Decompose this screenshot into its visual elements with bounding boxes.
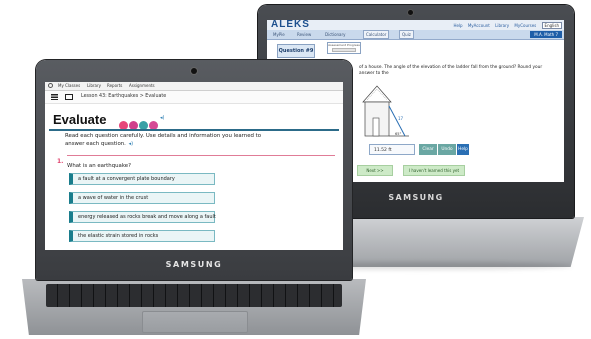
house-ladder-diagram: 17 65° (362, 85, 409, 137)
aleks-top-links: Help MyAccount Library MyCourses English (449, 22, 562, 29)
next-button[interactable]: Next >> (357, 165, 393, 176)
angle-label: 65° (395, 132, 401, 136)
keyboard (46, 284, 342, 307)
aleks-toolbar: MyPie Review Dictionary Calculator Quiz … (267, 30, 564, 40)
quiz-button[interactable]: Quiz (399, 30, 414, 39)
calculator-button[interactable]: Calculator (363, 30, 390, 39)
page-title: Evaluate (53, 112, 107, 127)
question-number: 1. (57, 158, 64, 165)
menu-reports[interactable]: Reports (107, 83, 122, 89)
menu-library[interactable]: Library (87, 83, 101, 89)
brand-label: SAMSUNG (165, 260, 223, 269)
not-learned-button[interactable]: I haven't learned this yet (403, 165, 465, 176)
answer-choice[interactable]: the elastic strain stored in rocks (69, 230, 215, 242)
tab-mypie[interactable]: MyPie (271, 31, 287, 38)
aleks-header: ALEKS Help MyAccount Library MyCourses E… (267, 20, 564, 30)
speaker-icon[interactable]: ◂) (160, 115, 164, 121)
question-text: What is an earthquake? (67, 163, 131, 169)
breadcrumb[interactable]: Lesson 43: Earthquakes > Evaluate (81, 93, 166, 101)
question-divider (67, 155, 335, 156)
lesson-nav-bar: Lesson 43: Earthquakes > Evaluate (45, 91, 343, 104)
ladder-length-label: 17 (398, 116, 404, 121)
question-text: of a house. The angle of the elevation o… (359, 65, 543, 76)
instructions: Read each question carefully. Use detail… (65, 133, 275, 148)
progress-bar (332, 48, 356, 52)
answer-choice[interactable]: a wave of water in the crust (69, 192, 215, 204)
my-account-link[interactable]: MyAccount (468, 23, 490, 28)
library-link[interactable]: Library (495, 23, 509, 28)
menu-icon[interactable] (51, 94, 58, 100)
my-courses-link[interactable]: MyCourses (514, 23, 536, 28)
progress-label: Assessment Progress (328, 43, 360, 47)
webcam-icon (191, 68, 197, 74)
language-select[interactable]: English (541, 22, 562, 29)
assessment-progress: Assessment Progress (327, 42, 361, 54)
answer-input[interactable]: 11.52 ft (369, 144, 415, 155)
answer-choice[interactable]: a fault at a convergent plate boundary (69, 173, 215, 185)
webcam-icon (408, 10, 413, 15)
home-icon[interactable] (48, 83, 53, 88)
lesson-screen: My Classes Library Reports Assignments L… (45, 82, 343, 250)
answer-choice[interactable]: energy released as rocks break and move … (69, 211, 216, 223)
progress-dots: ◂) (119, 115, 164, 130)
tab-review[interactable]: Review (295, 31, 313, 38)
aleks-logo: ALEKS (271, 20, 310, 30)
clear-button[interactable]: Clear (419, 144, 437, 155)
title-divider (49, 129, 339, 131)
book-icon[interactable] (65, 94, 73, 100)
front-laptop-lid: My Classes Library Reports Assignments L… (36, 60, 352, 280)
help-link[interactable]: Help (453, 23, 462, 28)
menu-my-classes[interactable]: My Classes (58, 83, 80, 89)
trackpad (142, 311, 248, 333)
tab-dictionary[interactable]: Dictionary (323, 31, 348, 38)
question-label: Question #9 (277, 44, 315, 58)
user-badge[interactable]: M.A. Math 7 (530, 31, 562, 38)
instructions-text: Read each question carefully. Use detail… (65, 133, 262, 147)
help-button[interactable]: Help (457, 144, 469, 155)
undo-button[interactable]: Undo (438, 144, 456, 155)
speaker-icon[interactable]: ◂) (129, 141, 133, 149)
menu-assignments[interactable]: Assignments (129, 83, 155, 89)
top-menu-bar: My Classes Library Reports Assignments (45, 82, 343, 91)
